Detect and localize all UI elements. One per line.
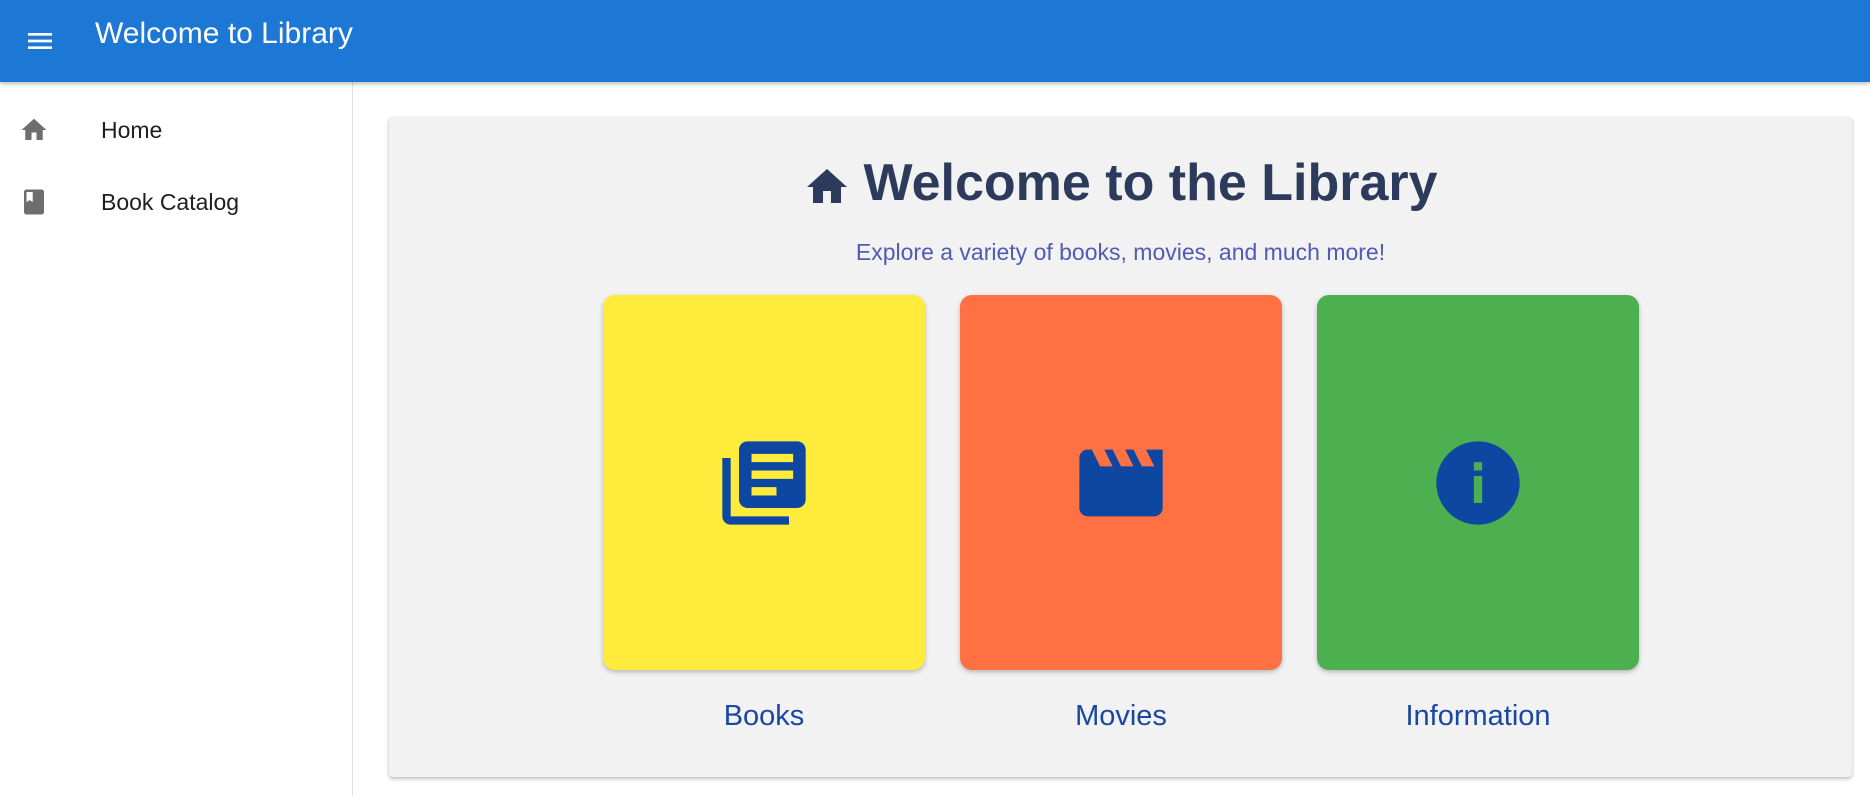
sidebar-item-label: Book Catalog	[101, 188, 240, 215]
movies-link[interactable]: Movies	[960, 700, 1282, 733]
library-books-icon	[722, 440, 806, 525]
info-icon	[1436, 440, 1520, 525]
app-bar: Welcome to Library	[0, 0, 1870, 82]
books-link[interactable]: Books	[603, 700, 925, 733]
menu-button[interactable]	[20, 21, 60, 61]
page-title: Welcome to the Library	[389, 151, 1852, 215]
information-link[interactable]: Information	[1317, 700, 1639, 733]
menu-icon	[28, 33, 52, 49]
home-icon	[807, 169, 848, 203]
movies-tile[interactable]	[960, 295, 1282, 670]
sidebar: Home Book Catalog	[0, 82, 353, 796]
page-subtitle: Explore a variety of books, movies, and …	[855, 239, 1386, 265]
information-tile[interactable]	[1317, 295, 1639, 670]
home-icon	[19, 115, 49, 145]
page-title-text: Welcome to the Library	[863, 154, 1438, 212]
movie-clapper-icon	[1079, 449, 1163, 516]
welcome-card: Welcome to the Library Explore a variety…	[389, 117, 1852, 777]
books-tile[interactable]	[603, 295, 925, 670]
book-icon	[19, 187, 49, 217]
sidebar-item-book-catalog[interactable]: Book Catalog	[0, 170, 352, 234]
app-title: Welcome to Library	[95, 17, 353, 50]
sidebar-item-home[interactable]: Home	[0, 98, 352, 162]
sidebar-item-label: Home	[101, 116, 163, 143]
